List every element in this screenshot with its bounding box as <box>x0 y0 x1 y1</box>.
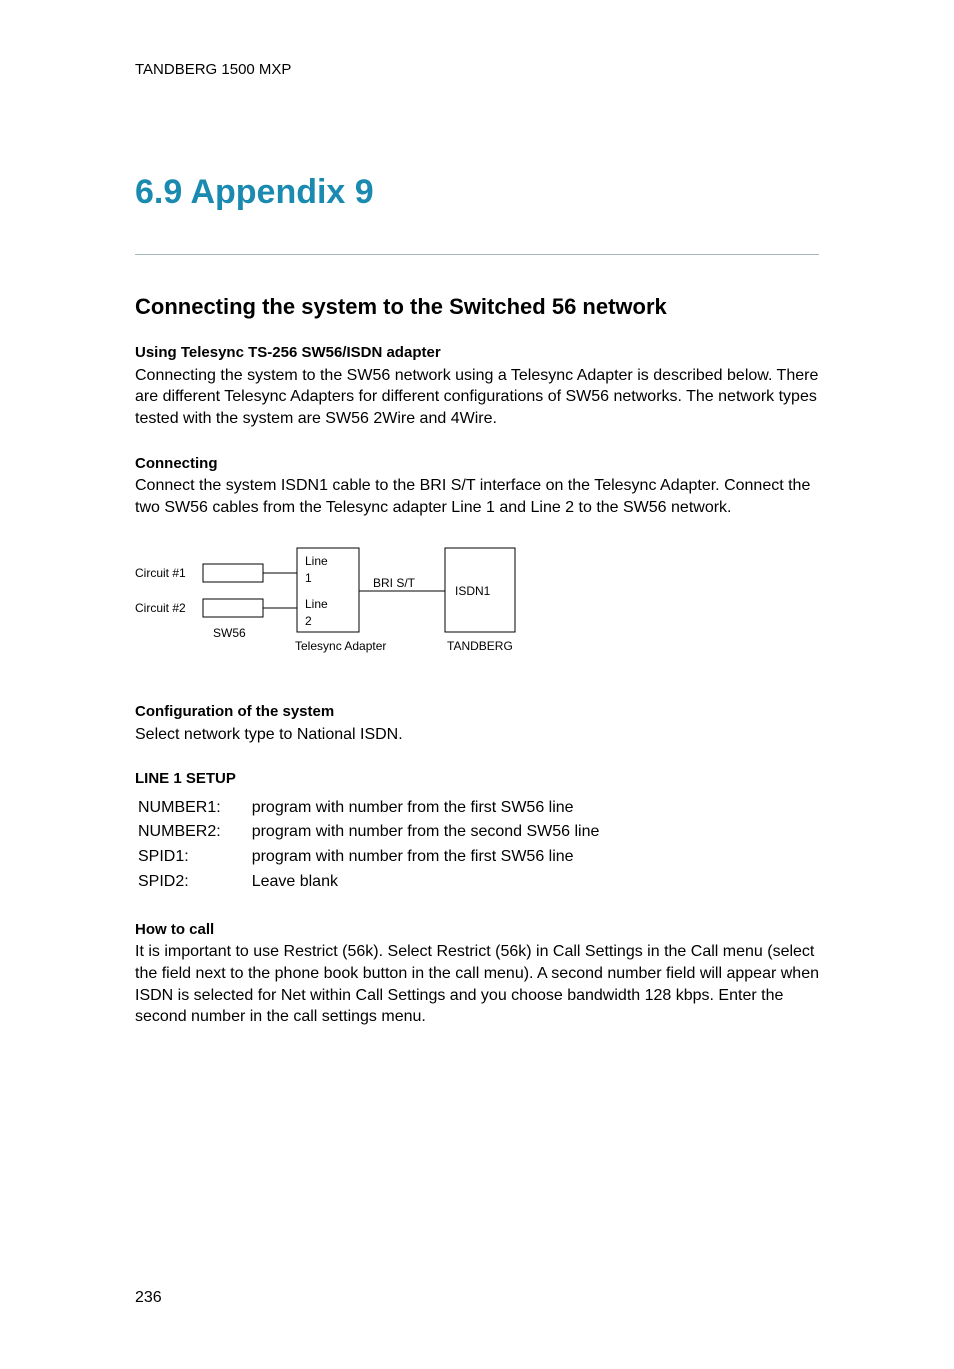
table-row: SPID2: Leave blank <box>137 871 600 894</box>
line1-setup-table: NUMBER1: program with number from the fi… <box>135 795 602 896</box>
diagram-sw56-label: SW56 <box>213 626 246 640</box>
table-row: SPID1: program with number from the firs… <box>137 846 600 869</box>
table-cell-val: Leave blank <box>251 871 601 894</box>
diagram-brist-label: BRI S/T <box>373 576 416 590</box>
subheading-config: Configuration of the system <box>135 702 819 722</box>
paragraph-howtocall: It is important to use Restrict (56k). S… <box>135 941 819 1027</box>
table-cell-val: program with number from the first SW56 … <box>251 797 601 820</box>
table-cell-val: program with number from the first SW56 … <box>251 846 601 869</box>
diagram-telesync-label: Telesync Adapter <box>295 639 386 653</box>
table-cell-key: SPID1: <box>137 846 249 869</box>
diagram-circuit1-label: Circuit #1 <box>135 566 186 580</box>
diagram-sw56-box1 <box>203 564 263 582</box>
subheading-adapter: Using Telesync TS-256 SW56/ISDN adapter <box>135 343 819 363</box>
page-number: 236 <box>135 1288 819 1309</box>
section-title: Connecting the system to the Switched 56… <box>135 293 819 322</box>
paragraph-adapter: Connecting the system to the SW56 networ… <box>135 365 819 430</box>
paragraph-config: Select network type to National ISDN. <box>135 724 819 746</box>
connection-diagram: Circuit #1 Circuit #2 SW56 Line 1 Line 2… <box>135 542 819 674</box>
line1-setup-heading: LINE 1 SETUP <box>135 769 819 789</box>
running-header: TANDBERG 1500 MXP <box>135 60 819 80</box>
table-row: NUMBER2: program with number from the se… <box>137 821 600 844</box>
table-cell-key: NUMBER2: <box>137 821 249 844</box>
divider <box>135 254 819 255</box>
diagram-tandberg-label: TANDBERG <box>447 639 513 653</box>
diagram-circuit2-label: Circuit #2 <box>135 601 186 615</box>
appendix-title: 6.9 Appendix 9 <box>135 170 819 214</box>
diagram-sw56-box2 <box>203 599 263 617</box>
diagram-isdn1-label: ISDN1 <box>455 584 491 598</box>
subheading-connecting: Connecting <box>135 454 819 474</box>
paragraph-connecting: Connect the system ISDN1 cable to the BR… <box>135 475 819 518</box>
table-cell-key: SPID2: <box>137 871 249 894</box>
subheading-howtocall: How to call <box>135 920 819 940</box>
diagram-line1-num: 1 <box>305 571 312 585</box>
diagram-line2-num: 2 <box>305 614 312 628</box>
table-cell-val: program with number from the second SW56… <box>251 821 601 844</box>
table-row: NUMBER1: program with number from the fi… <box>137 797 600 820</box>
diagram-line2-label: Line <box>305 597 328 611</box>
table-cell-key: NUMBER1: <box>137 797 249 820</box>
diagram-svg: Circuit #1 Circuit #2 SW56 Line 1 Line 2… <box>135 542 555 667</box>
diagram-line1-label: Line <box>305 554 328 568</box>
